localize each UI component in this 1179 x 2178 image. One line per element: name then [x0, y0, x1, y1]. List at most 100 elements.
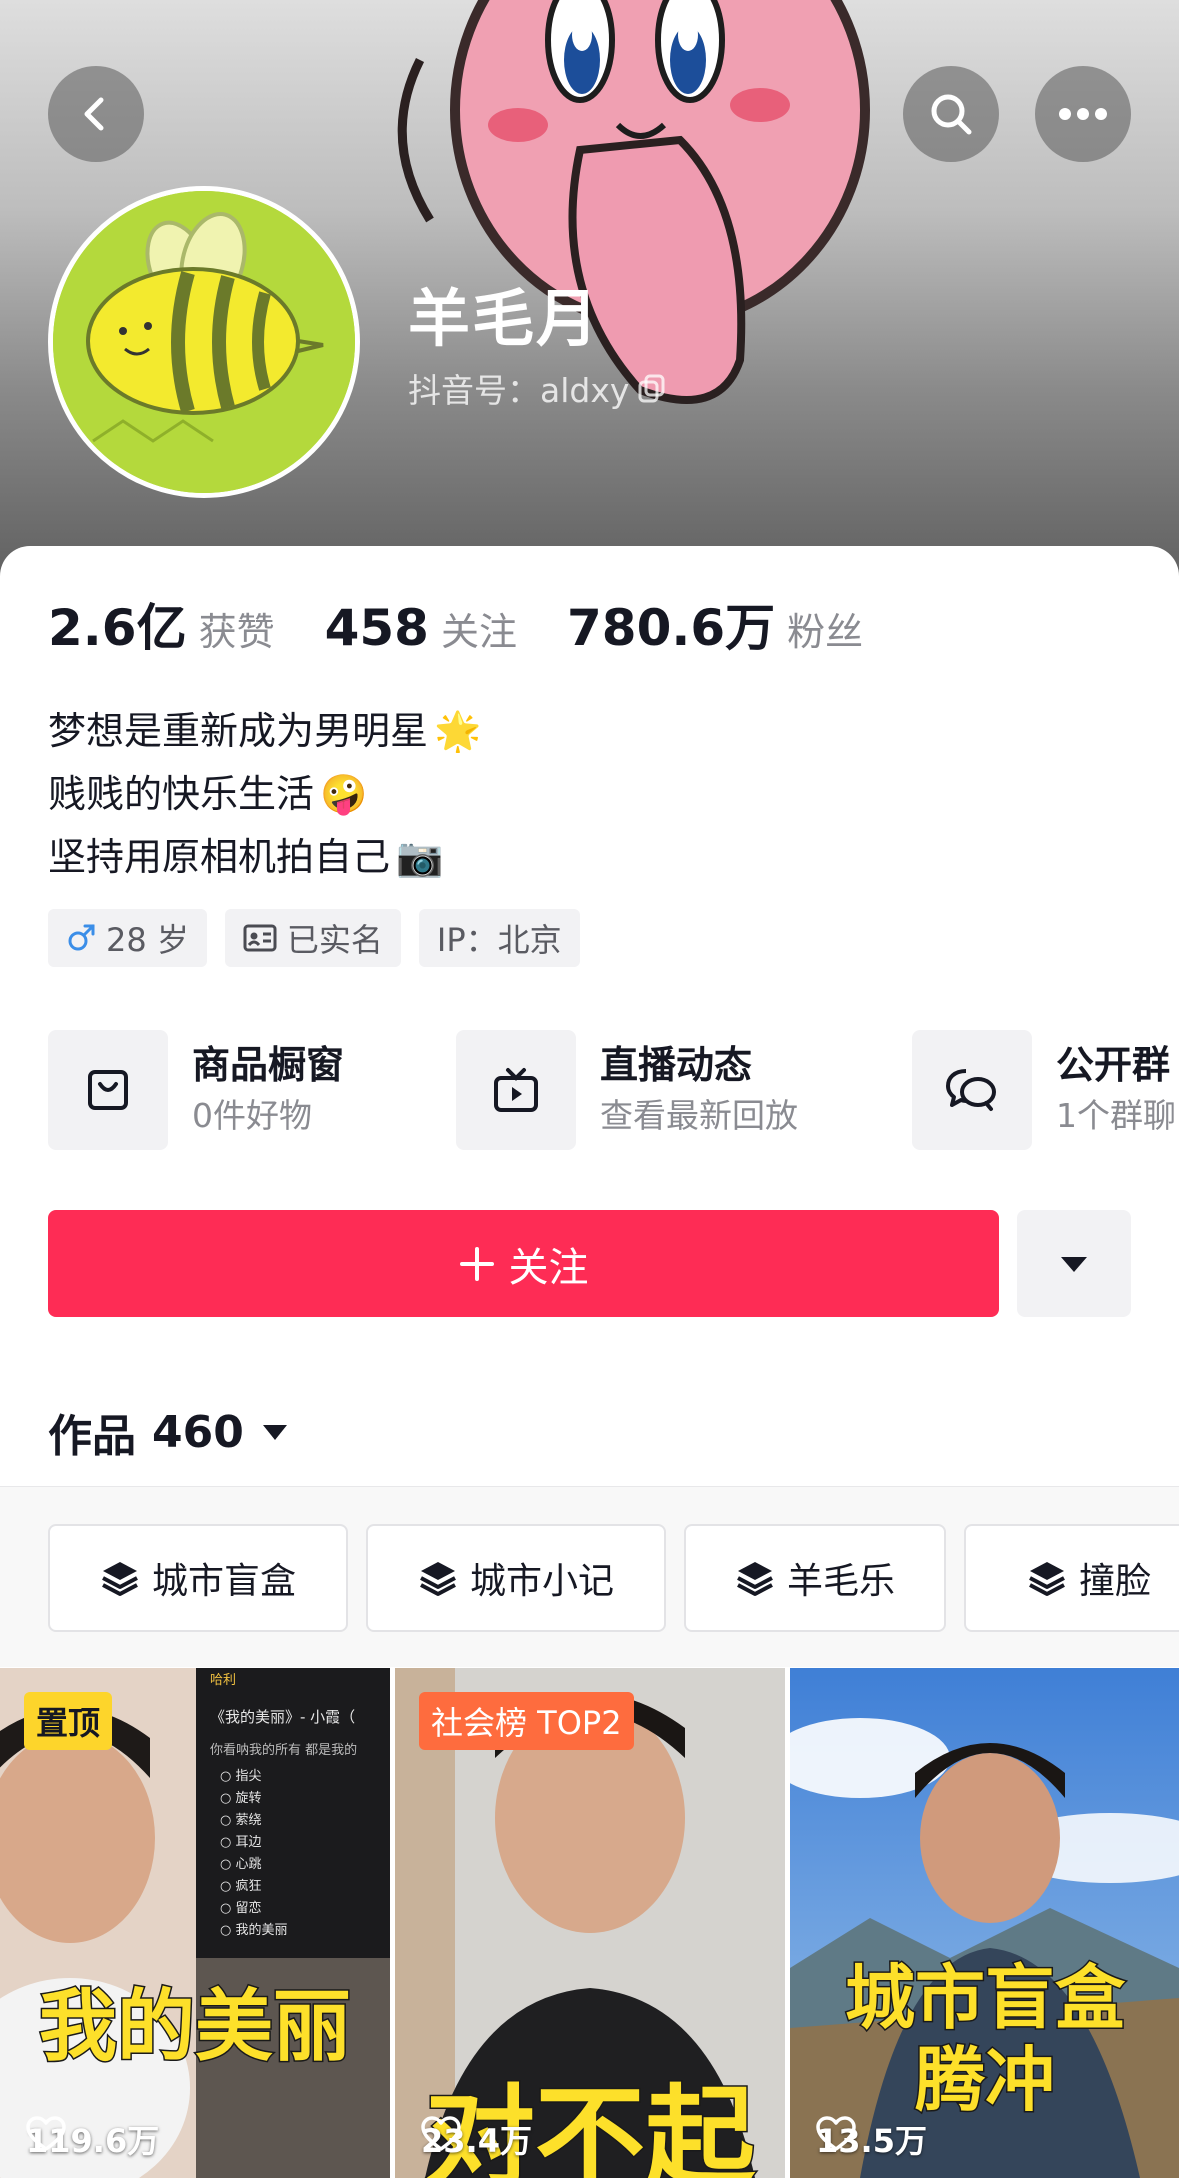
- chevron-left-icon: [84, 97, 104, 131]
- shortcut-text: 直播动态 查看最新回放: [600, 1039, 798, 1141]
- bio-text: 贱贱的快乐生活: [48, 772, 315, 816]
- search-button[interactable]: [903, 66, 999, 162]
- heart-icon: [816, 2116, 856, 2151]
- profile-nickname: 羊毛月: [408, 282, 601, 355]
- video-overlay-title: 我的美丽: [37, 1981, 352, 2074]
- stat-label: 关注: [440, 610, 517, 654]
- collection-label: 城市盲盒: [151, 1561, 296, 1602]
- collection-label: 羊毛乐: [786, 1561, 895, 1602]
- screen-title: 《我的美丽》- 小霞（: [210, 1708, 356, 1726]
- stat-label: 获赞: [198, 610, 275, 654]
- layers-icon: [737, 1562, 773, 1596]
- shortcut-subtitle: 0件好物: [192, 1096, 312, 1135]
- layers-icon: [420, 1562, 456, 1596]
- pinned-badge: 置顶: [24, 1692, 113, 1750]
- collection-chip[interactable]: 羊毛乐: [684, 1524, 946, 1632]
- shortcut-live[interactable]: 直播动态 查看最新回放: [456, 1030, 798, 1150]
- tag-text: 28 岁: [106, 921, 189, 959]
- collection-chip[interactable]: 城市盲盒: [48, 1524, 348, 1632]
- shopping-bag-icon: [88, 1070, 128, 1110]
- shortcut-title: 商品橱窗: [192, 1043, 345, 1087]
- shortcut-icon-box: [912, 1030, 1032, 1150]
- screen-item: ○ 旋转: [220, 1791, 262, 1806]
- shortcut-group-chat[interactable]: 公开群 1个群聊: [912, 1030, 1176, 1150]
- video-thumbnail[interactable]: 哈利 《我的美丽》- 小霞（ 你看呐我的所有 都是我的 ○ 指尖 ○ 旋转 ○ …: [0, 1668, 390, 2178]
- male-icon: [68, 924, 95, 951]
- caret-down-icon: [1061, 1256, 1087, 1272]
- collection-label: 城市小记: [469, 1561, 614, 1602]
- screen-item: ○ 留恋: [220, 1901, 262, 1916]
- copy-icon[interactable]: [637, 373, 667, 403]
- bee-avatar-image: [53, 191, 355, 493]
- video-grid: 哈利 《我的美丽》- 小霞（ 你看呐我的所有 都是我的 ○ 指尖 ○ 旋转 ○ …: [0, 1668, 1179, 2178]
- stat-label: 粉丝: [787, 610, 864, 654]
- bio-line: 贱贱的快乐生活 🤪: [48, 763, 481, 826]
- douyin-id: 抖音号：aldxy: [408, 371, 630, 410]
- video-thumbnail[interactable]: 社会榜 TOP2 对不起 23.4万: [395, 1668, 785, 2178]
- screen-header: 哈利: [210, 1673, 237, 1688]
- shortcut-subtitle: 1个群聊: [1056, 1096, 1176, 1135]
- profile-card: 2.6亿 获赞 458 关注 780.6万 粉丝 梦想是重新成为男明星 🌟 贱贱…: [0, 546, 1179, 2178]
- shortcut-row: 商品橱窗 0件好物 直播动态 查看最新回放 公开群 1个群聊: [48, 1030, 1179, 1152]
- screen-item: ○ 心跳: [220, 1857, 262, 1872]
- stat-value: 2.6亿: [48, 599, 187, 657]
- search-icon: [931, 94, 972, 135]
- shortcut-icon-box: [48, 1030, 168, 1150]
- more-button[interactable]: [1035, 66, 1131, 162]
- follow-label: 关注: [508, 1244, 589, 1291]
- screen-subtitle: 你看呐我的所有 都是我的: [210, 1743, 358, 1758]
- stat-likes[interactable]: 2.6亿 获赞: [48, 588, 275, 660]
- ranking-badge: 社会榜 TOP2: [419, 1692, 634, 1750]
- layers-icon: [102, 1562, 138, 1596]
- tag-verified: 已实名: [224, 909, 401, 967]
- works-label: 作品: [48, 1411, 136, 1462]
- crazy-face-emoji-icon: 🤪: [320, 772, 368, 816]
- screen-item-list: ○ 指尖 ○ 旋转 ○ 萦绕 ○ 耳边 ○ 心跳 ○ 疯狂 ○ 留恋 ○ 我的美…: [220, 1766, 390, 1942]
- tag-text: IP：北京: [436, 921, 562, 959]
- follow-button[interactable]: 关注: [48, 1210, 999, 1317]
- plus-icon: [459, 1246, 494, 1281]
- video-thumbnail[interactable]: 城市盲盒 腾冲 13.5万: [790, 1668, 1179, 2178]
- bio-text: 坚持用原相机拍自己: [48, 835, 391, 879]
- shortcut-title: 公开群: [1056, 1043, 1171, 1087]
- works-tab[interactable]: 作品 460: [48, 1400, 290, 1464]
- video-overlay-title: 城市盲盒: [844, 1957, 1127, 2040]
- collection-chip[interactable]: 撞脸: [964, 1524, 1179, 1632]
- more-icon: [1059, 108, 1107, 120]
- camera-emoji-icon: 📷: [396, 835, 444, 879]
- shortcut-title: 直播动态: [600, 1043, 753, 1087]
- more-actions-dropdown[interactable]: [1017, 1210, 1131, 1317]
- bio-text: 梦想是重新成为男明星: [48, 709, 429, 753]
- star-emoji-icon: 🌟: [434, 709, 482, 753]
- screen-item: ○ 耳边: [220, 1835, 262, 1850]
- id-card-icon: [243, 924, 277, 952]
- shortcut-icon-box: [456, 1030, 576, 1150]
- heart-icon: [26, 2116, 66, 2151]
- avatar[interactable]: [48, 186, 360, 498]
- screen-overlay: 哈利 《我的美丽》- 小霞（ 你看呐我的所有 都是我的 ○ 指尖 ○ 旋转 ○ …: [210, 1668, 390, 1938]
- back-button[interactable]: [48, 66, 144, 162]
- profile-tags: 28 岁 已实名 IP：北京: [48, 909, 580, 967]
- shortcut-showcase[interactable]: 商品橱窗 0件好物: [48, 1030, 344, 1150]
- stat-following[interactable]: 458 关注: [325, 599, 517, 657]
- screen-item: ○ 萦绕: [220, 1813, 262, 1828]
- tv-icon: [494, 1068, 538, 1112]
- video-overlay-subtitle: 腾冲: [914, 2039, 1057, 2122]
- collection-chip[interactable]: 城市小记: [366, 1524, 666, 1632]
- shortcut-text: 公开群 1个群聊: [1056, 1039, 1176, 1141]
- screen-item: ○ 我的美丽: [220, 1923, 288, 1938]
- douyin-id-row[interactable]: 抖音号：aldxy: [408, 364, 667, 412]
- stat-followers[interactable]: 780.6万 粉丝: [567, 588, 863, 660]
- bio-line: 坚持用原相机拍自己 📷: [48, 826, 481, 889]
- shortcut-text: 商品橱窗 0件好物: [192, 1039, 344, 1141]
- like-count: 23.4万: [421, 2116, 532, 2162]
- screen-item: ○ 疯狂: [220, 1879, 262, 1894]
- tag-age: 28 岁: [48, 909, 207, 967]
- heart-icon: [421, 2116, 461, 2151]
- tag-ip: IP：北京: [418, 909, 580, 967]
- stats-row: 2.6亿 获赞 458 关注 780.6万 粉丝: [48, 588, 913, 660]
- collection-label: 撞脸: [1078, 1561, 1151, 1602]
- caret-down-icon: [262, 1425, 287, 1440]
- layers-icon: [1029, 1562, 1065, 1596]
- screen-item: ○ 指尖: [220, 1769, 262, 1784]
